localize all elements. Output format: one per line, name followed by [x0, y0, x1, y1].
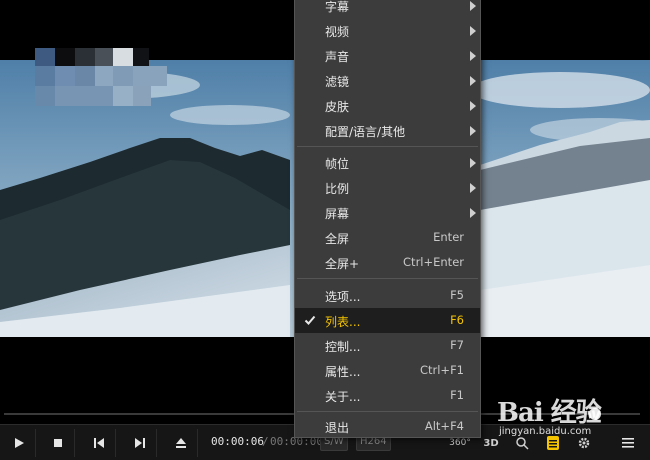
menu-item-video[interactable]: 视频: [295, 18, 480, 43]
menu-item-shortcut: F7: [450, 338, 464, 352]
menu-item-subtitle[interactable]: 字幕: [295, 0, 480, 18]
eject-icon: [175, 438, 186, 448]
menu-item-label: 皮肤: [325, 100, 350, 114]
menu-item-label: 全屏: [325, 232, 350, 246]
next-button[interactable]: [123, 429, 157, 457]
play-button[interactable]: [2, 429, 36, 457]
submenu-arrow-icon: [470, 101, 476, 111]
menu-item-label: 视频: [325, 25, 350, 39]
menu-item-aspect-ratio[interactable]: 比例: [295, 175, 480, 200]
play-icon: [14, 438, 24, 448]
skip-previous-icon: [93, 438, 104, 448]
previous-button[interactable]: [82, 429, 116, 457]
menu-item-filters[interactable]: 滤镜: [295, 68, 480, 93]
menu-item-label: 控制...: [325, 340, 361, 354]
menu-item-label: 全屏+: [325, 257, 360, 271]
menu-item-label: 声音: [325, 50, 350, 64]
stop-button[interactable]: [41, 429, 75, 457]
stop-icon: [53, 439, 62, 447]
menu-item-config-language[interactable]: 配置/语言/其他: [295, 118, 480, 143]
checkmark-icon: [304, 315, 316, 325]
menu-item-label: 配置/语言/其他: [325, 125, 406, 139]
eject-button[interactable]: [164, 429, 198, 457]
menu-item-fullscreen[interactable]: 全屏 Enter: [295, 225, 480, 250]
skip-next-icon: [134, 438, 145, 448]
menu-item-playlist[interactable]: 列表... F6: [295, 308, 480, 333]
submenu-arrow-icon: [470, 208, 476, 218]
menu-item-label: 列表...: [325, 315, 361, 329]
submenu-arrow-icon: [470, 76, 476, 86]
menu-item-frame[interactable]: 帧位: [295, 150, 480, 175]
submenu-arrow-icon: [470, 1, 476, 11]
menu-item-fullscreen-plus[interactable]: 全屏+ Ctrl+Enter: [295, 250, 480, 275]
menu-item-label: 比例: [325, 182, 350, 196]
menu-item-about[interactable]: 关于... F1: [295, 383, 480, 408]
menu-item-exit[interactable]: 退出 Alt+F4: [295, 414, 480, 439]
submenu-arrow-icon: [470, 26, 476, 36]
menu-item-skin[interactable]: 皮肤: [295, 93, 480, 118]
watermark: Bai 经验 jingyan.baidu.com: [497, 392, 647, 452]
menu-item-screen[interactable]: 屏幕: [295, 200, 480, 225]
watermark-logo: Bai 经验: [497, 398, 602, 428]
menu-item-label: 字幕: [325, 0, 350, 14]
menu-item-controls[interactable]: 控制... F7: [295, 333, 480, 358]
menu-item-shortcut: Alt+F4: [424, 419, 464, 433]
menu-item-label: 滤镜: [325, 75, 350, 89]
menu-item-shortcut: F5: [450, 288, 464, 302]
menu-item-shortcut: F1: [450, 388, 464, 402]
submenu-arrow-icon: [470, 158, 476, 168]
menu-item-label: 屏幕: [325, 207, 350, 221]
menu-item-shortcut: F6: [450, 313, 464, 327]
menu-item-properties[interactable]: 属性... Ctrl+F1: [295, 358, 480, 383]
menu-divider: [297, 411, 478, 412]
vr360-icon: 360°: [449, 438, 471, 448]
current-time: 00:00:06: [211, 435, 264, 448]
submenu-arrow-icon: [470, 51, 476, 61]
menu-divider: [297, 146, 478, 147]
menu-item-shortcut: Enter: [433, 230, 464, 244]
context-menu: 字幕 视频 声音 滤镜 皮肤 配置/语言/其他 帧位 比例 屏幕 全屏 Ente…: [294, 0, 481, 438]
menu-item-shortcut: Ctrl+Enter: [403, 255, 464, 269]
menu-item-label: 退出: [325, 421, 350, 435]
menu-item-options[interactable]: 选项... F5: [295, 283, 480, 308]
menu-item-label: 关于...: [325, 390, 361, 404]
menu-item-label: 选项...: [325, 290, 361, 304]
menu-item-shortcut: Ctrl+F1: [419, 363, 464, 377]
submenu-arrow-icon: [470, 183, 476, 193]
menu-item-audio[interactable]: 声音: [295, 43, 480, 68]
watermark-url: jingyan.baidu.com: [499, 426, 592, 437]
submenu-arrow-icon: [470, 126, 476, 136]
menu-item-label: 属性...: [325, 365, 361, 379]
time-separator: /: [262, 435, 269, 448]
menu-item-label: 帧位: [325, 157, 350, 171]
menu-divider: [297, 278, 478, 279]
